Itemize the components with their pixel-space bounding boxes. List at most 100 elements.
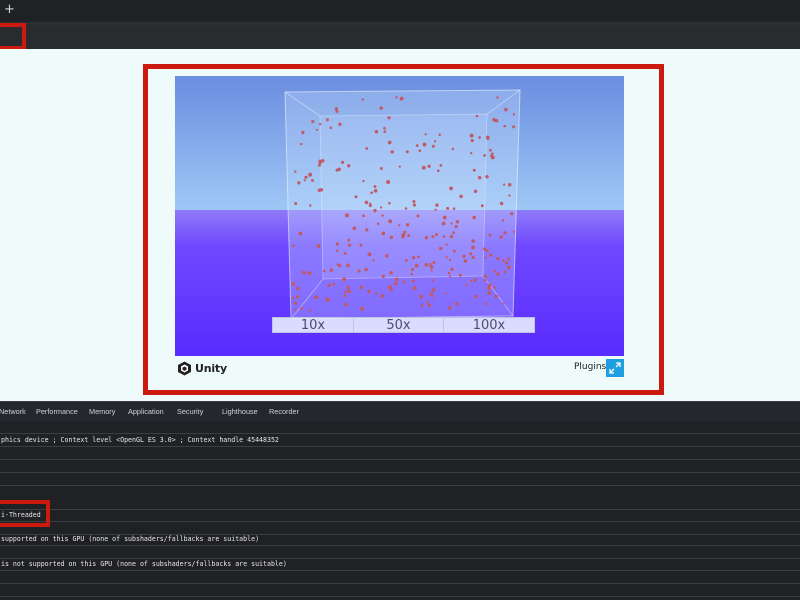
particle bbox=[450, 222, 453, 225]
spawn-100x-button[interactable]: 100x bbox=[443, 317, 535, 333]
particle bbox=[346, 263, 350, 268]
particle bbox=[496, 256, 500, 261]
particle bbox=[343, 251, 347, 255]
particle bbox=[379, 106, 383, 110]
particle bbox=[424, 236, 428, 240]
particle bbox=[399, 96, 404, 101]
particle bbox=[445, 243, 448, 246]
particle bbox=[318, 163, 321, 167]
console-line: is not supported on this GPU (none of su… bbox=[0, 558, 800, 571]
particle bbox=[412, 203, 417, 207]
particle bbox=[429, 265, 434, 269]
particle bbox=[361, 98, 364, 101]
particle bbox=[507, 265, 511, 270]
plugins-link[interactable]: Plugins bbox=[574, 362, 606, 372]
particle bbox=[473, 189, 478, 194]
particle bbox=[388, 219, 393, 224]
particle bbox=[438, 133, 441, 137]
particle bbox=[484, 302, 488, 306]
tab-lighthouse[interactable]: Lighthouse bbox=[222, 407, 258, 416]
particle bbox=[435, 203, 439, 207]
particle bbox=[317, 188, 321, 192]
particle bbox=[427, 164, 431, 168]
particle bbox=[335, 168, 339, 172]
particle bbox=[309, 204, 312, 207]
particle bbox=[432, 261, 436, 265]
particle bbox=[322, 269, 326, 273]
particle bbox=[438, 246, 443, 251]
particle bbox=[296, 286, 300, 291]
particle bbox=[499, 201, 504, 206]
particle bbox=[442, 235, 446, 238]
particle bbox=[374, 130, 379, 134]
particle bbox=[465, 283, 468, 286]
tab-memory[interactable]: Memory bbox=[89, 407, 115, 416]
particle bbox=[484, 256, 487, 260]
particle bbox=[335, 242, 339, 246]
particle bbox=[368, 202, 372, 206]
particle bbox=[387, 140, 392, 145]
particle bbox=[389, 288, 394, 292]
console-line: supported on this GPU (none of subshader… bbox=[0, 533, 800, 546]
tab-performance[interactable]: Performance bbox=[36, 407, 78, 416]
particle bbox=[342, 277, 347, 282]
particle bbox=[474, 294, 478, 299]
fullscreen-button[interactable] bbox=[606, 359, 624, 377]
console-panel: phics device ; Context level <OpenGL ES … bbox=[0, 421, 800, 600]
particle bbox=[304, 175, 308, 179]
particle bbox=[347, 243, 352, 247]
particle bbox=[436, 169, 440, 173]
particle bbox=[422, 142, 427, 147]
particle bbox=[431, 144, 435, 148]
spawn-10x-button[interactable]: 10x bbox=[272, 317, 354, 333]
particle bbox=[410, 272, 413, 276]
particle bbox=[449, 186, 453, 191]
particle bbox=[433, 297, 436, 300]
particle bbox=[507, 257, 510, 261]
particle bbox=[325, 118, 329, 122]
particle bbox=[499, 235, 503, 239]
particle bbox=[343, 294, 347, 298]
particle bbox=[307, 271, 312, 276]
particle bbox=[308, 172, 313, 177]
particle bbox=[294, 170, 297, 173]
scene-render bbox=[175, 76, 624, 356]
particle bbox=[379, 206, 383, 209]
new-tab-button[interactable]: + bbox=[4, 2, 15, 18]
particle bbox=[441, 221, 446, 226]
particle bbox=[452, 231, 455, 235]
particle bbox=[367, 252, 372, 257]
particle bbox=[388, 201, 391, 205]
tab-security[interactable]: Security bbox=[177, 407, 203, 416]
particle bbox=[294, 202, 298, 205]
particle bbox=[451, 147, 455, 151]
spawn-50x-button[interactable]: 50x bbox=[353, 317, 444, 333]
particle bbox=[493, 286, 496, 289]
particle bbox=[416, 214, 420, 218]
particle bbox=[434, 232, 439, 237]
particle bbox=[503, 270, 507, 274]
particle bbox=[442, 215, 447, 220]
unity-canvas[interactable] bbox=[175, 76, 624, 356]
particle bbox=[389, 235, 393, 240]
particle bbox=[507, 183, 512, 187]
particle bbox=[359, 285, 364, 290]
particle bbox=[362, 179, 365, 183]
particle bbox=[471, 239, 475, 243]
tab-application[interactable]: Application bbox=[128, 407, 164, 416]
particle bbox=[496, 96, 499, 99]
particle bbox=[398, 165, 401, 168]
tab-recorder[interactable]: Recorder bbox=[269, 407, 299, 416]
particle bbox=[364, 267, 368, 272]
particle bbox=[347, 289, 352, 294]
tab-network[interactable]: Network bbox=[0, 407, 26, 416]
particle bbox=[471, 245, 476, 250]
console-line bbox=[0, 473, 800, 486]
particle bbox=[475, 114, 479, 118]
particle bbox=[411, 279, 415, 283]
particle bbox=[429, 263, 432, 266]
particle bbox=[424, 133, 427, 136]
particle bbox=[407, 233, 411, 238]
particle bbox=[424, 262, 429, 267]
particle bbox=[415, 144, 419, 147]
